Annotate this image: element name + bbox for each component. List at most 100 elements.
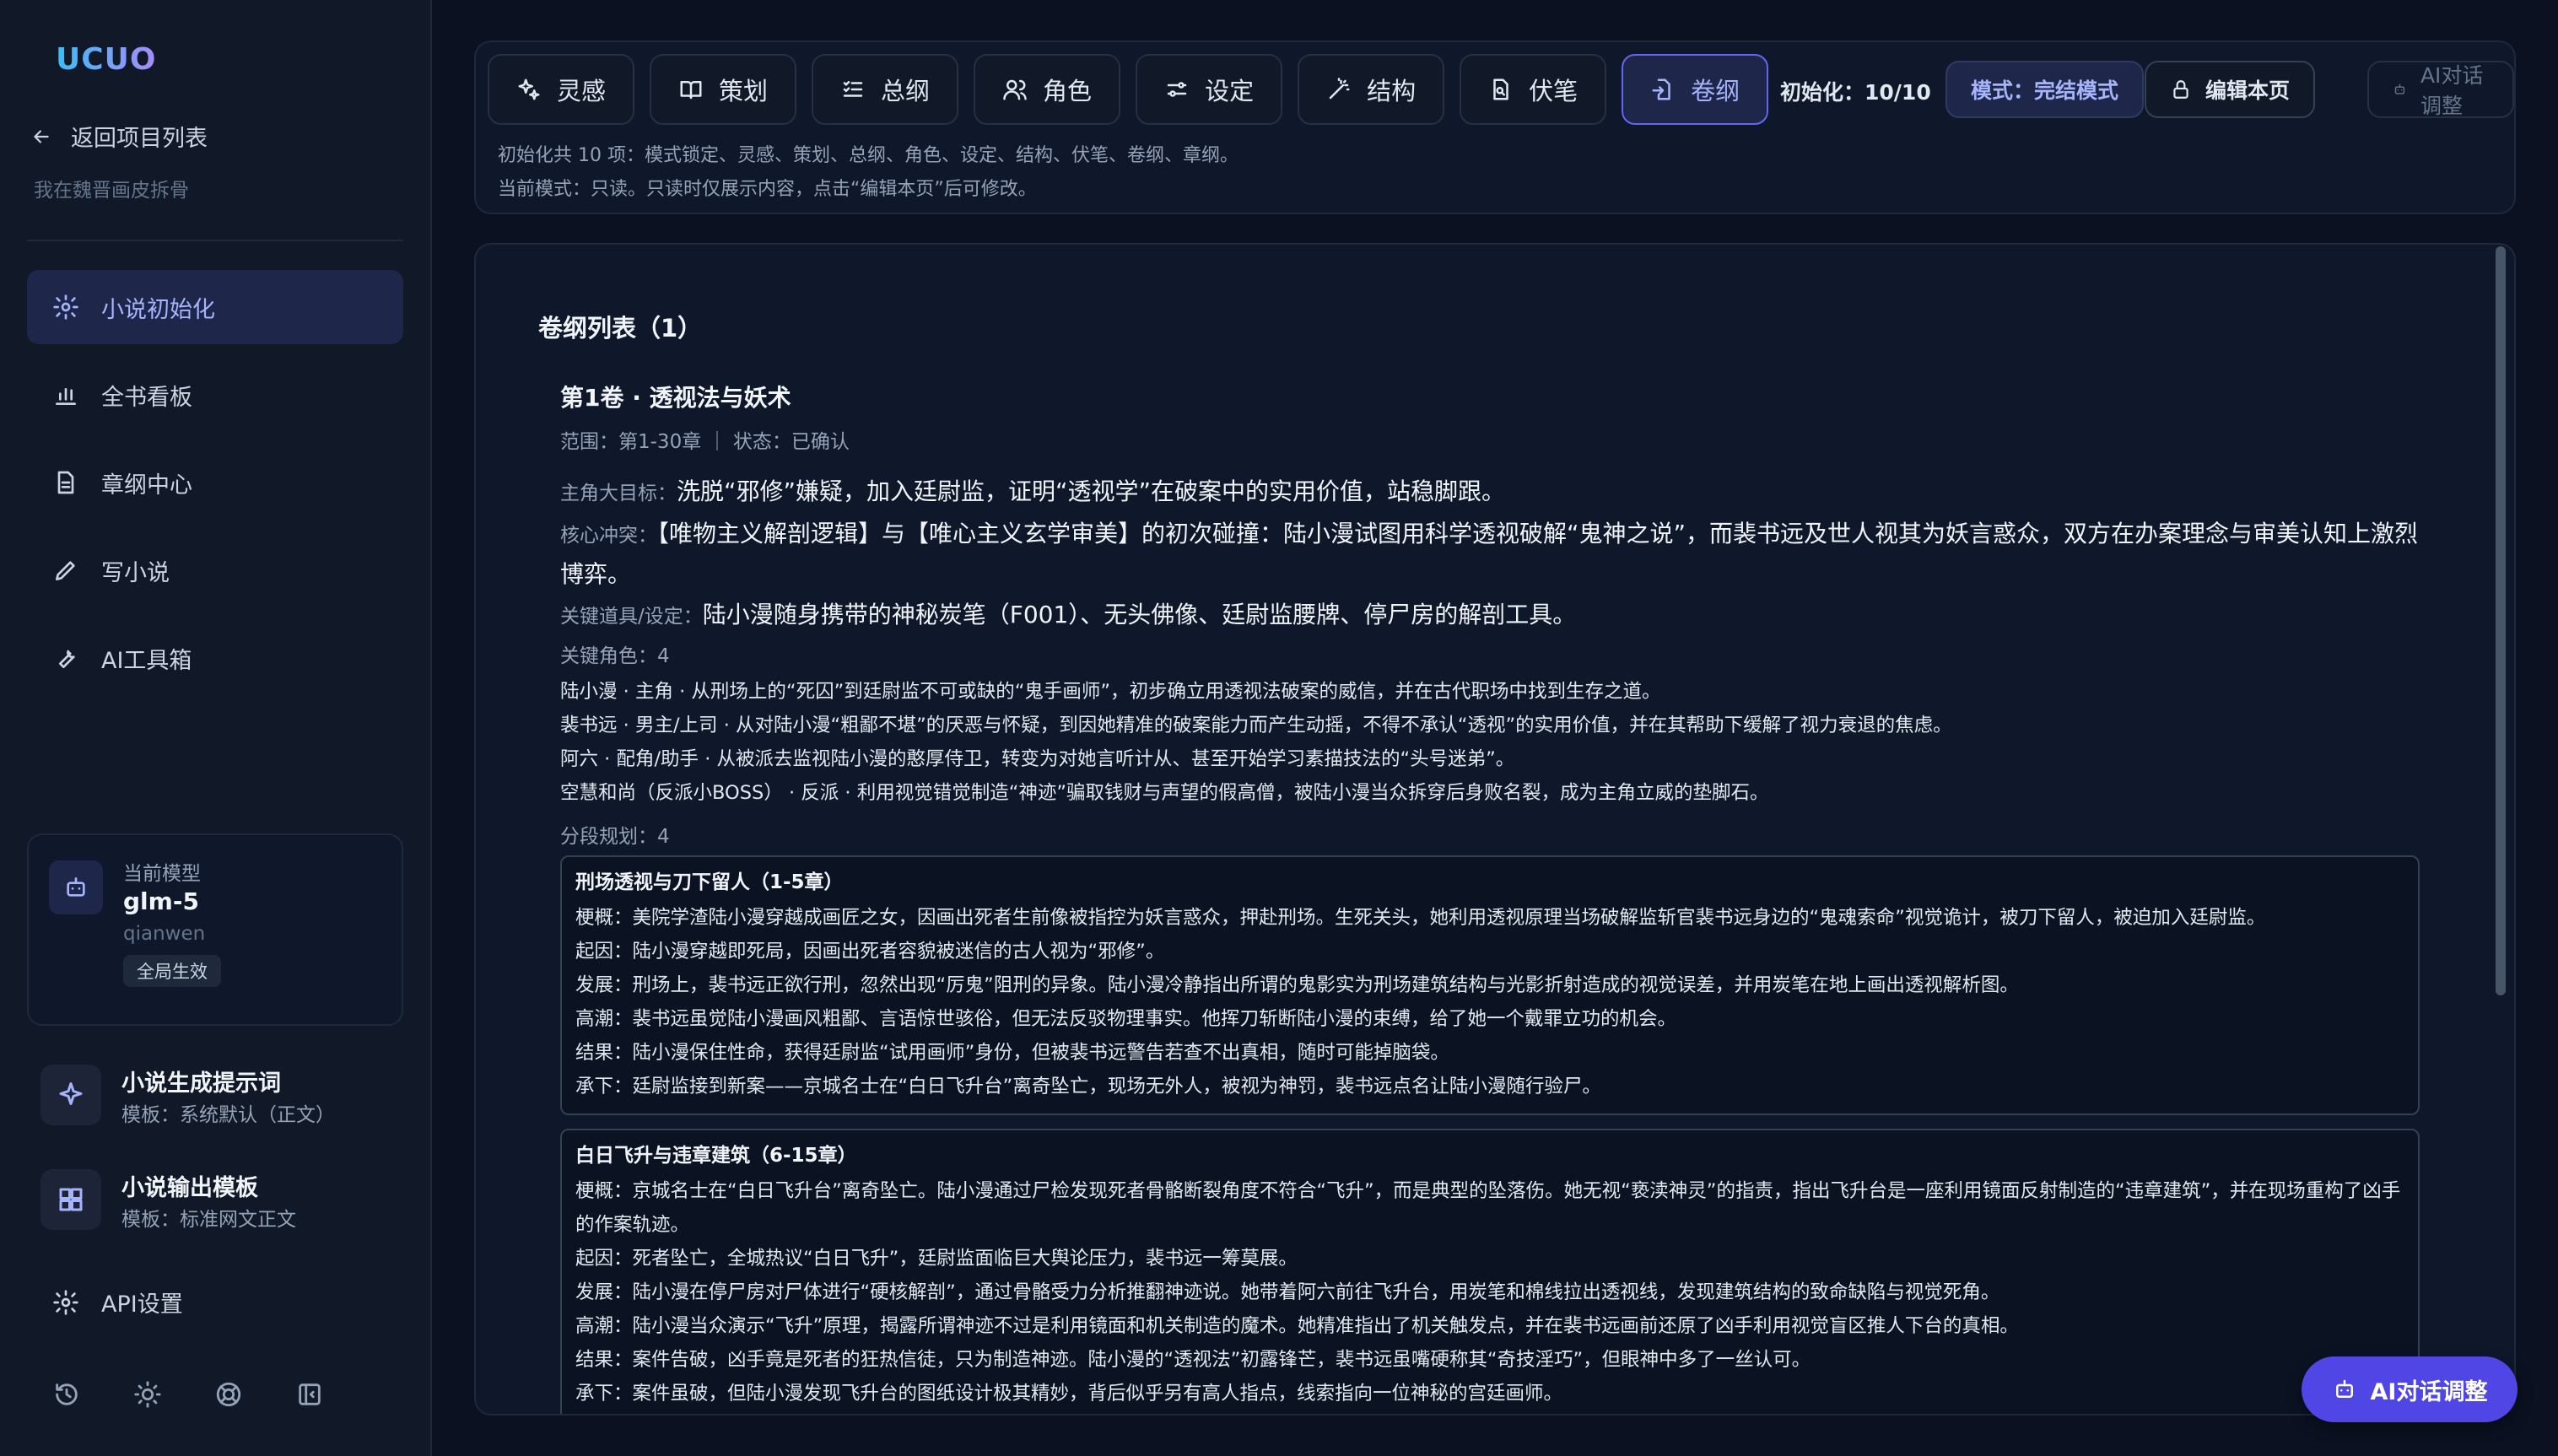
- character-line: 陆小漫 · 主角 · 从刑场上的“死囚”到廷尉监不可或缺的“鬼手画师”，初步确立…: [560, 681, 1661, 703]
- volume-meta: 范围：第1-30章 ｜ 状态：已确认: [560, 431, 850, 453]
- help-lifebuoy-icon[interactable]: [214, 1380, 243, 1409]
- conflict-text: 【唯物主义解剖逻辑】与【唯心主义玄学审美】的初次碰撞：陆小漫试图用科学透视破解“…: [560, 520, 2419, 588]
- sidebar-item-novel-init[interactable]: 小说初始化: [27, 270, 403, 344]
- sidebar-nav: 小说初始化 全书看板 章纲中心 写小说 AI工具箱: [27, 270, 403, 709]
- grid-icon: [59, 1188, 83, 1211]
- segment-line: 发展：刑场上，裴书远正欲行刑，忽然出现“厉鬼”阻刑的异象。陆小漫冷静指出所谓的鬼…: [575, 974, 2019, 996]
- api-settings-label: API设置: [101, 1292, 183, 1318]
- ai-adjust-button-disabled[interactable]: AI对话调整: [2367, 61, 2514, 118]
- ai-adjust-label: AI对话调整: [2420, 63, 2484, 118]
- volume-list-title: 卷纲列表（1）: [538, 314, 703, 342]
- tab-label: 策划: [719, 77, 769, 105]
- current-model-card[interactable]: 当前模型 glm-5 qianwen 全局生效: [27, 833, 403, 1026]
- segment-line: 承下：廷尉监接到新案——京城名士在“白日飞升台”离奇坠亡，现场无外人，被视为神罚…: [575, 1076, 1601, 1097]
- volume-title: 第1卷 · 透视法与妖术: [560, 384, 791, 412]
- project-name: 我在魏晋画皮拆骨: [34, 180, 189, 202]
- init-toolbar: 灵感 策划 总纲 角色 设定 结构 伏笔 卷纲 初始化：10/10 模式：完结模…: [474, 40, 2516, 214]
- segment-line: 高潮：裴书远虽觉陆小漫画风粗鄙、言语惊世骇俗，但无法反驳物理事实。他挥刀斩断陆小…: [575, 1008, 1677, 1030]
- init-tabs: 灵感 策划 总纲 角色 设定 结构 伏笔 卷纲: [488, 54, 1769, 125]
- tab-label: 伏笔: [1529, 77, 1579, 105]
- segment-line: 梗概：美院学渣陆小漫穿越成画匠之女，因画出死者生前像被指控为妖言惑众，押赴刑场。…: [575, 907, 2266, 929]
- sidebar-item-label: 章纲中心: [101, 472, 192, 499]
- key-characters-label: 关键角色：4: [560, 645, 670, 667]
- api-settings-link[interactable]: API设置: [52, 1286, 183, 1318]
- robot-icon: [67, 877, 85, 897]
- back-to-projects-link[interactable]: 返回项目列表: [30, 120, 208, 153]
- character-line: 空慧和尚（反派小BOSS） · 反派 · 利用视觉错觉制造“神迹”骗取钱财与声望…: [560, 782, 1769, 804]
- segment-line: 起因：死者坠亡，全城热议“白日飞升”，廷尉监面临巨大舆论压力，裴书远一筹莫展。: [575, 1248, 1298, 1270]
- prompt-icon-box: [40, 1065, 101, 1125]
- props-field: 关键道具/设定：陆小漫随身携带的神秘炭笔（F001）、无头佛像、廷尉监腰牌、停尸…: [560, 596, 2425, 636]
- character-line: 裴书远 · 男主/上司 · 从对陆小漫“粗鄙不堪”的厌恶与怀疑，到因她精准的破案…: [560, 715, 1952, 736]
- tab-settings[interactable]: 设定: [1136, 54, 1283, 125]
- tab-structure[interactable]: 结构: [1298, 54, 1445, 125]
- collapse-sidebar-icon[interactable]: [295, 1380, 324, 1409]
- ai-float-label: AI对话调整: [2370, 1378, 2488, 1405]
- character-line: 阿六 · 配角/助手 · 从被派去监视陆小漫的憨厚侍卫，转变为对她言听计从、甚至…: [560, 748, 1515, 770]
- file-search-icon: [1493, 78, 1508, 100]
- model-label: 当前模型: [123, 863, 201, 885]
- tab-label: 结构: [1367, 77, 1417, 105]
- conflict-field: 核心冲突：【唯物主义解剖逻辑】与【唯心主义玄学审美】的初次碰撞：陆小漫试图用科学…: [560, 515, 2425, 594]
- sidebar-item-dashboard[interactable]: 全书看板: [27, 358, 403, 432]
- tab-characters[interactable]: 角色: [974, 54, 1121, 125]
- gear-icon: [53, 294, 78, 320]
- sparkle-icon: [59, 1082, 83, 1105]
- segment-line: 结果：陆小漫保住性命，获得廷尉监“试用画师”身份，但被裴书远警告若查不出真相，随…: [575, 1042, 1449, 1064]
- robot-icon: [2394, 84, 2405, 94]
- output-template-title: 小说输出模板: [121, 1175, 258, 1201]
- sliders-icon: [1167, 82, 1187, 97]
- tab-label: 灵感: [557, 77, 607, 105]
- pencil-icon: [56, 561, 75, 580]
- robot-icon: [2335, 1379, 2353, 1398]
- ai-chat-adjust-floating-button[interactable]: AI对话调整: [2302, 1356, 2518, 1422]
- goal-label: 主角大目标：: [560, 483, 677, 504]
- output-template-item[interactable]: 小说输出模板 模板：标准网文正文: [40, 1159, 403, 1235]
- document-icon: [57, 471, 74, 494]
- tab-planning[interactable]: 策划: [650, 54, 797, 125]
- tab-label: 卷纲: [1691, 77, 1740, 105]
- sidebar-item-label: 写小说: [101, 559, 170, 586]
- prompt-template-title: 小说生成提示词: [121, 1070, 281, 1097]
- sidebar-item-label: 小说初始化: [101, 296, 215, 323]
- sparkle-icon: [518, 78, 540, 100]
- gear-icon: [53, 1289, 78, 1315]
- edit-page-button[interactable]: 编辑本页: [2145, 61, 2316, 118]
- history-icon[interactable]: [52, 1380, 81, 1409]
- lock-icon: [2173, 80, 2188, 99]
- segment-title: 刑场透视与刀下留人（1-5章）: [575, 871, 844, 893]
- prompt-template-item[interactable]: 小说生成提示词 模板：系统默认（正文）: [40, 1054, 403, 1130]
- edit-page-label: 编辑本页: [2205, 78, 2291, 103]
- tab-outline[interactable]: 总纲: [812, 54, 959, 125]
- props-text: 陆小漫随身携带的神秘炭笔（F001）、无头佛像、廷尉监腰牌、停尸房的解剖工具。: [702, 601, 1577, 628]
- tab-label: 设定: [1205, 77, 1255, 105]
- panel-scrollbar[interactable]: [2496, 246, 2506, 995]
- sidebar: UCUO 返回项目列表 我在魏晋画皮拆骨 小说初始化 全书看板 章纲中心 写小说…: [0, 0, 432, 1456]
- init-items-hint: 初始化共 10 项：模式锁定、灵感、策划、总纲、角色、设定、结构、伏笔、卷纲、章…: [498, 145, 1239, 166]
- file-import-icon: [1652, 78, 1670, 100]
- tab-foreshadow[interactable]: 伏笔: [1460, 54, 1607, 125]
- back-link-label: 返回项目列表: [71, 126, 208, 152]
- sun-icon[interactable]: [133, 1380, 162, 1409]
- props-label: 关键道具/设定：: [560, 606, 703, 628]
- segment-line: 结果：案件告破，凶手竟是死者的狂热信徒，只为制造神迹。陆小漫的“透视法”初露锋芒…: [575, 1349, 1811, 1371]
- init-progress-count: 初始化：10/10: [1780, 80, 1931, 105]
- wand-icon: [1329, 78, 1350, 100]
- app-logo: UCUO: [56, 42, 157, 77]
- list-check-icon: [843, 81, 863, 97]
- segment-card: 刑场透视与刀下留人（1-5章） 梗概：美院学渣陆小漫穿越成画匠之女，因画出死者生…: [560, 855, 2420, 1115]
- sidebar-item-write-novel[interactable]: 写小说: [27, 533, 403, 607]
- tab-volume-outline[interactable]: 卷纲: [1622, 54, 1769, 125]
- mode-badge: 模式：完结模式: [1945, 61, 2145, 118]
- model-provider: qianwen: [123, 923, 206, 945]
- volume-card: 第1卷 · 透视法与妖术 范围：第1-30章 ｜ 状态：已确认 主角大目标：洗脱…: [560, 380, 2425, 1414]
- tab-label: 总纲: [881, 77, 931, 105]
- output-template-sub: 模板：标准网文正文: [121, 1209, 296, 1231]
- model-scope-badge: 全局生效: [123, 955, 221, 987]
- volume-outline-panel: 卷纲列表（1） 第1卷 · 透视法与妖术 范围：第1-30章 ｜ 状态：已确认 …: [474, 243, 2516, 1416]
- tab-inspiration[interactable]: 灵感: [488, 54, 635, 125]
- sidebar-item-chapter-center[interactable]: 章纲中心: [27, 445, 403, 520]
- sidebar-item-ai-toolbox[interactable]: AI工具箱: [27, 621, 403, 695]
- arrow-left-icon: [34, 129, 49, 143]
- conflict-label: 核心冲突：: [560, 525, 657, 547]
